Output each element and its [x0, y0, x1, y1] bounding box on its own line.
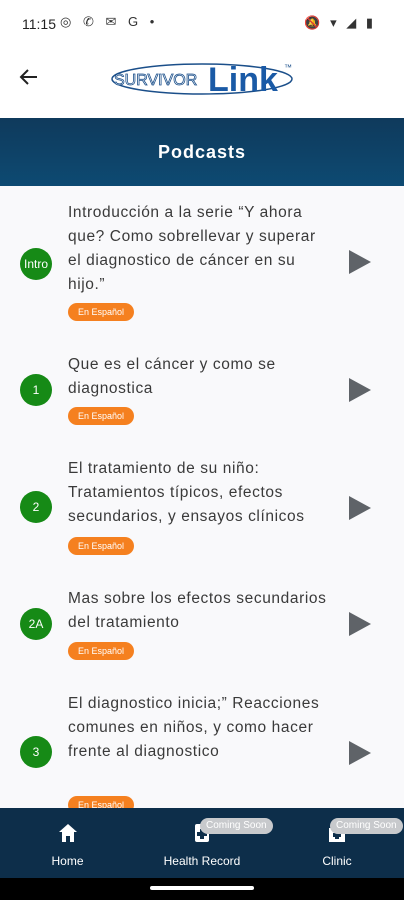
- podcast-title: Mas sobre los efectos secundarios del tr…: [68, 590, 327, 631]
- page-title: Podcasts: [157, 142, 247, 162]
- arrow-left-icon: [19, 69, 37, 85]
- play-icon[interactable]: [349, 741, 371, 765]
- episode-number: Intro: [20, 248, 52, 280]
- home-gesture-handle[interactable]: [150, 886, 254, 890]
- page-header: Podcasts: [0, 118, 404, 186]
- podcast-title: Que es el cáncer y como se diagnostica: [68, 356, 276, 397]
- nav-clinic-label: Clinic: [322, 854, 352, 868]
- play-icon[interactable]: [349, 378, 371, 402]
- language-badge: En Español: [68, 407, 135, 425]
- coming-soon-badge: Coming Soon: [200, 818, 273, 834]
- nav-home-label: Home: [51, 854, 84, 868]
- language-badge: En Español: [68, 537, 135, 555]
- podcast-item[interactable]: Intro Introducción a la serie “Y ahora q…: [0, 186, 404, 339]
- podcast-title: El diagnostico inicia;” Reacciones comun…: [68, 695, 320, 760]
- podcast-item[interactable]: 3 El diagnostico inicia;” Reacciones com…: [0, 678, 404, 808]
- system-icons: 🔕 ▾ ◢ ▮: [304, 15, 376, 30]
- episode-number: 2A: [20, 608, 52, 640]
- podcast-item[interactable]: 1 Que es el cáncer y como se diagnostica…: [0, 338, 404, 444]
- status-time: 11:15: [22, 16, 56, 32]
- podcast-item[interactable]: 2A Mas sobre los efectos secundarios del…: [0, 572, 404, 679]
- podcast-title: El tratamiento de su niño: Tratamientos …: [68, 460, 305, 525]
- nav-clinic[interactable]: Clinic Coming Soon: [290, 808, 403, 878]
- nav-health-record-label: Health Record: [163, 854, 241, 868]
- episode-number: 3: [20, 736, 52, 768]
- podcast-item[interactable]: 2 El tratamiento de su niño: Tratamiento…: [0, 443, 404, 573]
- logo-text-survivor: SURVIVOR: [114, 72, 197, 89]
- podcast-title: Introducción a la serie “Y ahora que? Co…: [68, 204, 316, 293]
- play-icon[interactable]: [349, 496, 371, 520]
- gesture-area: [0, 878, 404, 900]
- language-badge: En Español: [68, 642, 135, 660]
- episode-number: 1: [20, 374, 52, 406]
- app-bar: SURVIVOR Link ™: [0, 48, 404, 118]
- nav-home[interactable]: Home: [20, 808, 115, 878]
- home-icon: [58, 824, 77, 842]
- bottom-navigation: Home Health Record Coming Soon Clinic Co…: [0, 808, 404, 878]
- play-icon[interactable]: [349, 250, 371, 274]
- notification-icons: ◎ ✆ ✉ G •: [60, 14, 159, 29]
- play-icon[interactable]: [349, 612, 371, 636]
- survivorlink-logo: SURVIVOR Link ™: [108, 58, 296, 99]
- language-badge: En Español: [68, 303, 135, 321]
- logo-tm: ™: [284, 63, 292, 72]
- episode-number: 2: [20, 491, 52, 523]
- language-badge: En Español: [68, 796, 135, 808]
- coming-soon-badge: Coming Soon: [330, 818, 403, 834]
- nav-health-record[interactable]: Health Record Coming Soon: [152, 808, 273, 878]
- back-button[interactable]: [14, 62, 44, 92]
- logo-text-link: Link: [208, 61, 278, 98]
- podcast-list[interactable]: Intro Introducción a la serie “Y ahora q…: [0, 186, 404, 808]
- status-bar: 11:15 ◎ ✆ ✉ G • 🔕 ▾ ◢ ▮: [0, 0, 404, 48]
